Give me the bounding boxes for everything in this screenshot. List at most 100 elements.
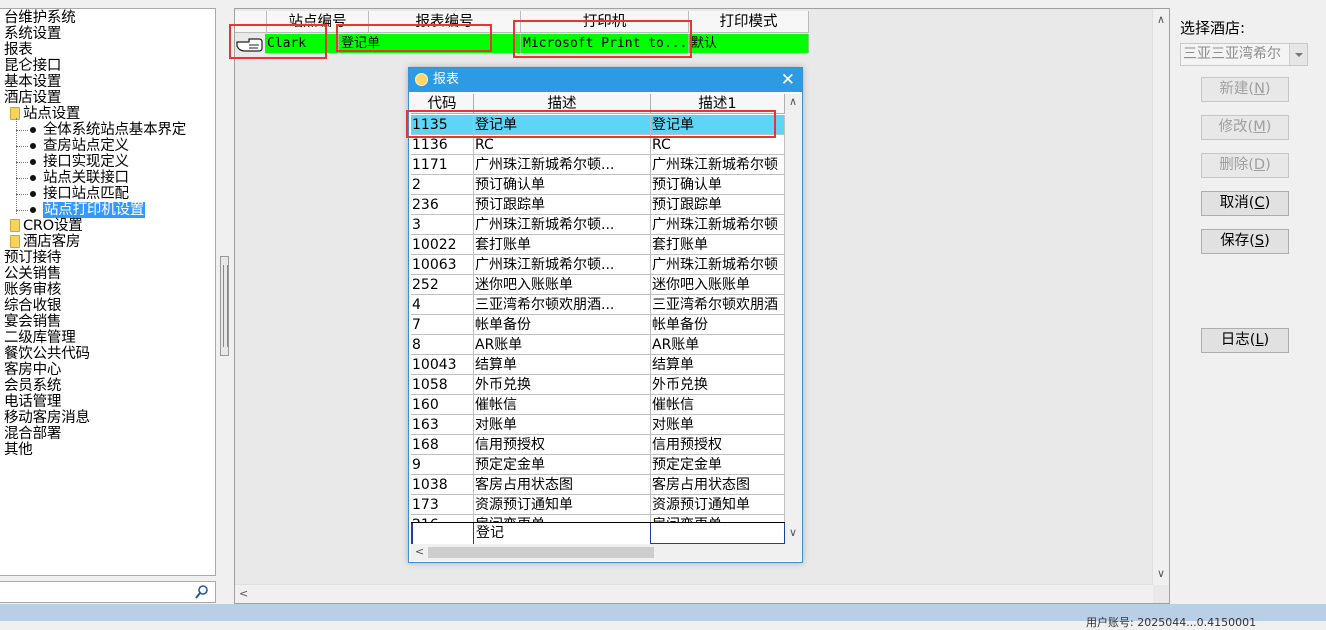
code-cell[interactable]: 1136 <box>411 135 474 155</box>
code-cell[interactable]: 252 <box>411 275 474 295</box>
tree-item[interactable]: 接口站点匹配 <box>0 186 129 202</box>
desc-cell[interactable]: 外币兑换 <box>474 375 651 395</box>
table-row[interactable]: 9 预定定金单 预定定金单 <box>411 455 785 475</box>
tree-item[interactable]: 站点关联接口 <box>0 170 129 186</box>
tree-item[interactable]: 站点打印机设置 <box>0 202 146 218</box>
table-row[interactable]: 163 对账单 对账单 <box>411 415 785 435</box>
edit-desc1-cell[interactable] <box>651 523 785 544</box>
desc1-cell[interactable]: 套打账单 <box>651 235 785 255</box>
table-row[interactable]: 3 广州珠江新城希尔顿... 广州珠江新城希尔顿 <box>411 215 785 235</box>
tree-item[interactable]: 酒店客房 <box>0 234 80 250</box>
table-row[interactable]: 10043 结算单 结算单 <box>411 355 785 375</box>
desc1-cell[interactable]: 结算单 <box>651 355 785 375</box>
tree-item[interactable]: 全体系统站点基本界定 <box>0 122 186 138</box>
chevron-down-icon[interactable] <box>1289 44 1307 65</box>
desc1-cell[interactable]: 催帐信 <box>651 395 785 415</box>
desc1-cell[interactable]: 对账单 <box>651 415 785 435</box>
print-mode-cell[interactable]: 默认 <box>689 34 809 53</box>
new-button[interactable]: 新建(N) <box>1201 77 1289 102</box>
tree-item[interactable]: 混合部署 <box>0 426 61 442</box>
panel-splitter[interactable] <box>220 256 229 356</box>
desc-cell[interactable]: 预订确认单 <box>474 175 651 195</box>
save-button[interactable]: 保存(S) <box>1201 229 1289 254</box>
tree-item[interactable]: 公关销售 <box>0 266 61 282</box>
tree-item[interactable]: CRO设置 <box>0 218 83 234</box>
log-button[interactable]: 日志(L) <box>1201 328 1289 353</box>
delete-button[interactable]: 删除(D) <box>1201 153 1289 178</box>
desc1-cell[interactable]: 客房占用状态图 <box>651 475 785 495</box>
code-cell[interactable]: 9 <box>411 455 474 475</box>
code-cell[interactable]: 10022 <box>411 235 474 255</box>
cancel-button[interactable]: 取消(C) <box>1201 191 1289 216</box>
desc1-cell[interactable]: RC <box>651 135 785 155</box>
desc1-cell[interactable]: 预定定金单 <box>651 455 785 475</box>
tree-item[interactable]: 接口实现定义 <box>0 154 129 170</box>
scroll-thumb[interactable] <box>428 547 654 558</box>
code-cell[interactable]: 3 <box>411 215 474 235</box>
desc1-cell[interactable]: 迷你吧入账账单 <box>651 275 785 295</box>
tree-item[interactable]: 查房站点定义 <box>0 138 129 154</box>
desc-cell[interactable]: AR账单 <box>474 335 651 355</box>
desc-cell[interactable]: 迷你吧入账账单 <box>474 275 651 295</box>
tree-item[interactable]: 餐饮公共代码 <box>0 346 90 362</box>
tree-item[interactable]: 客房中心 <box>0 362 61 378</box>
code-cell[interactable]: 163 <box>411 415 474 435</box>
tree-item[interactable]: 酒店设置 <box>0 90 61 106</box>
tree-item[interactable]: 账务审核 <box>0 282 61 298</box>
desc1-cell[interactable]: 信用预授权 <box>651 435 785 455</box>
desc-cell[interactable]: 结算单 <box>474 355 651 375</box>
tree-item[interactable]: 宴会销售 <box>0 314 61 330</box>
desc1-cell[interactable]: 广州珠江新城希尔顿 <box>651 215 785 235</box>
code-cell[interactable]: 10063 <box>411 255 474 275</box>
code-cell[interactable]: 10043 <box>411 355 474 375</box>
code-cell[interactable]: 1058 <box>411 375 474 395</box>
dialog-horizontal-scrollbar[interactable]: < <box>411 544 802 561</box>
hotel-select[interactable]: 三亚三亚湾希尔 <box>1180 43 1308 66</box>
desc1-cell[interactable]: 帐单备份 <box>651 315 785 335</box>
desc1-cell[interactable]: 外币兑换 <box>651 375 785 395</box>
tree-search-input[interactable] <box>0 581 216 603</box>
scroll-up-icon[interactable]: ∧ <box>1157 13 1165 26</box>
scroll-down-icon[interactable]: ∨ <box>789 526 797 539</box>
table-row[interactable]: 1058 外币兑换 外币兑换 <box>411 375 785 395</box>
edit-button[interactable]: 修改(M) <box>1201 115 1289 140</box>
close-icon[interactable]: ✕ <box>781 70 795 90</box>
code-cell[interactable]: 2 <box>411 175 474 195</box>
tree-item[interactable]: 会员系统 <box>0 378 61 394</box>
desc1-cell[interactable]: 资源预订通知单 <box>651 495 785 515</box>
desc-cell[interactable]: 三亚湾希尔顿欢朋酒... <box>474 295 651 315</box>
tree-item[interactable]: 昆仑接口 <box>0 58 61 74</box>
desc-cell[interactable]: RC <box>474 135 651 155</box>
desc-cell[interactable]: 催帐信 <box>474 395 651 415</box>
scroll-up-icon[interactable]: ∧ <box>789 95 797 108</box>
dialog-vertical-scrollbar[interactable]: ∧ ∨ <box>785 94 802 544</box>
desc-cell[interactable]: 信用预授权 <box>474 435 651 455</box>
table-row[interactable]: 7 帐单备份 帐单备份 <box>411 315 785 335</box>
desc-cell[interactable]: 客房占用状态图 <box>474 475 651 495</box>
horizontal-scrollbar[interactable]: < <box>235 584 1153 603</box>
table-row[interactable]: 2 预订确认单 预订确认单 <box>411 175 785 195</box>
table-row[interactable]: 8 AR账单 AR账单 <box>411 335 785 355</box>
scroll-left-icon[interactable]: < <box>415 545 424 558</box>
table-row[interactable]: 1038 客房占用状态图 客房占用状态图 <box>411 475 785 495</box>
code-cell[interactable]: 8 <box>411 335 474 355</box>
table-row[interactable]: 10063 广州珠江新城希尔顿... 广州珠江新城希尔顿 <box>411 255 785 275</box>
edit-code-cell[interactable] <box>411 523 474 544</box>
tree-item[interactable]: 预订接待 <box>0 250 61 266</box>
edit-desc-cell[interactable]: 登记 <box>474 523 651 544</box>
desc1-cell[interactable]: 三亚湾希尔顿欢朋酒 <box>651 295 785 315</box>
code-cell[interactable]: 1171 <box>411 155 474 175</box>
grid-header-cell[interactable]: 打印模式 <box>689 11 809 33</box>
dialog-title-bar[interactable]: 报表 ✕ <box>409 68 802 92</box>
table-row[interactable]: 173 资源预订通知单 资源预订通知单 <box>411 495 785 515</box>
code-cell[interactable]: 7 <box>411 315 474 335</box>
table-row[interactable]: 10022 套打账单 套打账单 <box>411 235 785 255</box>
table-row[interactable]: 160 催帐信 催帐信 <box>411 395 785 415</box>
scroll-down-icon[interactable]: ∨ <box>1157 567 1165 580</box>
table-row[interactable]: 168 信用预授权 信用预授权 <box>411 435 785 455</box>
code-cell[interactable]: 4 <box>411 295 474 315</box>
tree-item[interactable]: 站点设置 <box>0 106 80 122</box>
code-cell[interactable]: 1038 <box>411 475 474 495</box>
table-row[interactable]: 252 迷你吧入账账单 迷你吧入账账单 <box>411 275 785 295</box>
desc-cell[interactable]: 广州珠江新城希尔顿... <box>474 255 651 275</box>
